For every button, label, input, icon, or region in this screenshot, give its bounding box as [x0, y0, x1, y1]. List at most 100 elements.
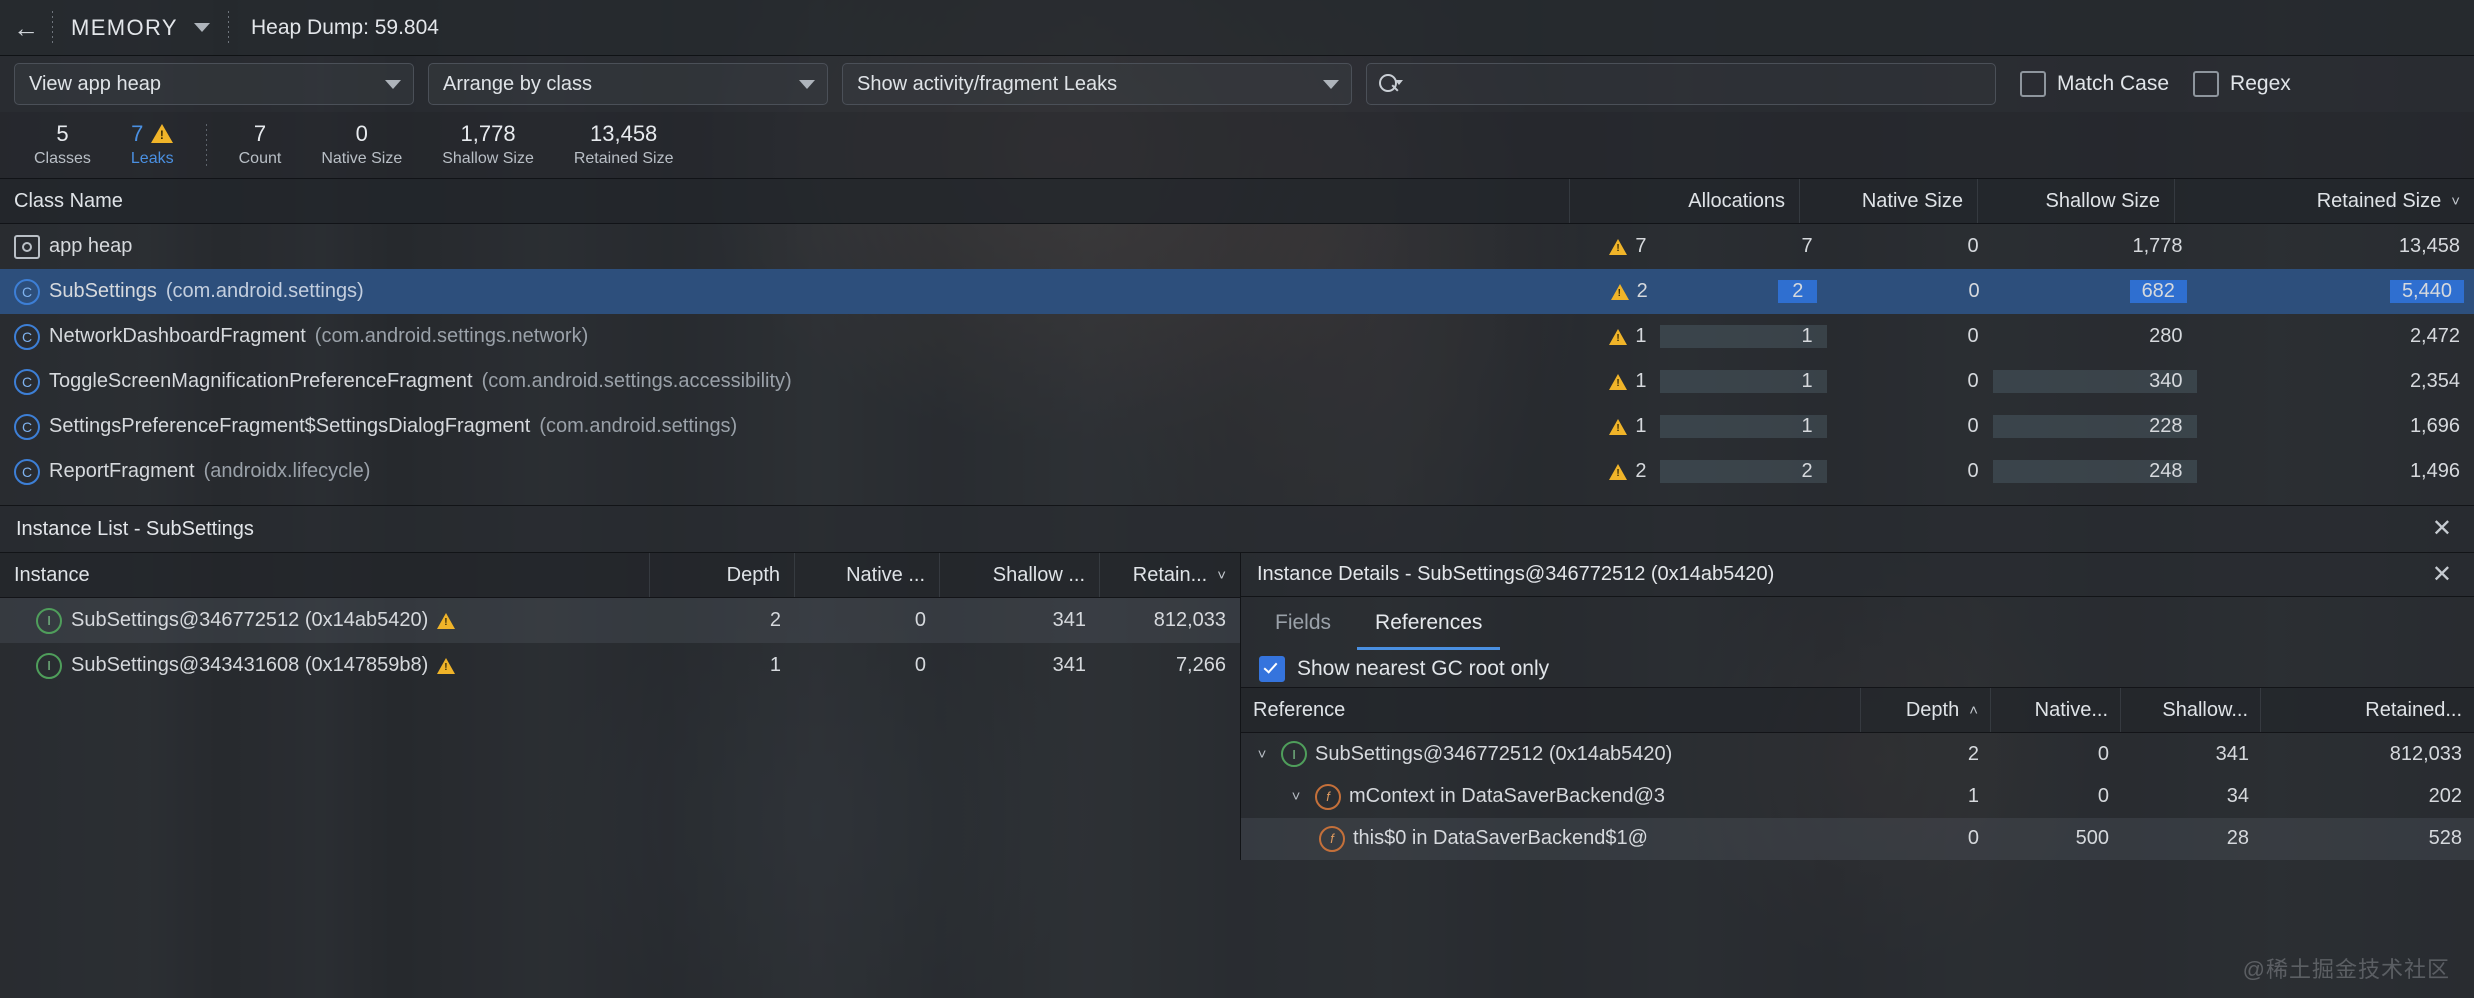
table-row[interactable]: C NetworkDashboardFragment (com.android.…: [0, 314, 2474, 359]
column-header-native-size[interactable]: Native Size: [1800, 179, 1978, 223]
view-heap-dropdown[interactable]: View app heap: [14, 63, 414, 105]
native-size-cell: 0: [1827, 460, 1993, 483]
retained-cell: 528: [2261, 827, 2474, 850]
warning-icon: [437, 658, 455, 674]
gc-root-checkbox[interactable]: Show nearest GC root only: [1241, 650, 2474, 688]
stat-value: 7: [131, 122, 143, 145]
leak-count: 1: [1635, 325, 1646, 348]
chevron-down-icon[interactable]: ˅: [1251, 746, 1273, 763]
tree-row[interactable]: ˅ f mContext in DataSaverBackend@3 1 0 3…: [1241, 776, 2474, 818]
list-item[interactable]: I SubSettings@346772512 (0x14ab5420) 2 0…: [0, 598, 1240, 643]
stat-leaks[interactable]: 7 Leaks: [111, 122, 194, 168]
class-name-cell: app heap: [0, 235, 1447, 259]
native-size-cell: 0: [1827, 370, 1993, 393]
instance-list-panel: Instance Depth Native ... Shallow ... Re…: [0, 553, 1241, 860]
column-header-reference[interactable]: Reference: [1241, 688, 1861, 732]
leak-count: 1: [1635, 370, 1646, 393]
native-size-cell: 0: [1827, 280, 1993, 303]
table-row[interactable]: C SubSettings (com.android.settings) 2 2…: [0, 269, 2474, 314]
warning-icon: [151, 124, 173, 143]
stat-value: 7: [254, 122, 266, 145]
references-header-row: Reference Depth ˄ Native... Shallow... R…: [1241, 687, 2474, 733]
bottom-split: Instance Depth Native ... Shallow ... Re…: [0, 553, 2474, 860]
column-label: Retained Size: [2317, 190, 2442, 213]
column-header-allocations[interactable]: Allocations: [1570, 179, 1800, 223]
column-header-shallow[interactable]: Shallow...: [2121, 688, 2261, 732]
column-header-shallow-size[interactable]: Shallow Size: [1978, 179, 2175, 223]
native-size-cell: 0: [1827, 415, 1993, 438]
field-icon: f: [1319, 826, 1345, 852]
arrange-by-dropdown[interactable]: Arrange by class: [428, 63, 828, 105]
class-name-text: ToggleScreenMagnificationPreferenceFragm…: [49, 370, 473, 393]
column-header-native[interactable]: Native...: [1991, 688, 2121, 732]
column-header-native[interactable]: Native ...: [795, 553, 940, 597]
filter-toolbar: View app heap Arrange by class Show acti…: [0, 56, 2474, 112]
instance-icon: I: [36, 653, 62, 679]
class-name-cell: C SettingsPreferenceFragment$SettingsDia…: [0, 414, 1447, 440]
tab-references[interactable]: References: [1357, 599, 1500, 650]
close-icon[interactable]: ✕: [2426, 563, 2458, 587]
column-label: Native...: [2035, 699, 2108, 722]
retained-cell: 7,266: [1100, 654, 1240, 677]
stat-label: Retained Size: [574, 150, 674, 168]
class-name-text: SubSettings: [49, 280, 157, 303]
instance-icon: I: [36, 608, 62, 634]
column-header-shallow[interactable]: Shallow ...: [940, 553, 1100, 597]
retained-size-cell: 5,440: [2197, 280, 2474, 303]
regex-checkbox[interactable]: Regex: [2193, 71, 2291, 97]
close-icon[interactable]: ✕: [2426, 517, 2458, 541]
search-box[interactable]: [1366, 63, 1996, 105]
table-row[interactable]: C ReportFragment (androidx.lifecycle) 2 …: [0, 449, 2474, 494]
warning-icon: [437, 613, 455, 629]
column-header-instance[interactable]: Instance: [0, 553, 650, 597]
chevron-down-icon: [1323, 80, 1339, 89]
native-cell: 0: [795, 654, 940, 677]
table-row[interactable]: C SettingsPreferenceFragment$SettingsDia…: [0, 404, 2474, 449]
allocations-value-cell: 2: [1662, 280, 1828, 303]
tree-row[interactable]: ˅ I SubSettings@346772512 (0x14ab5420) 2…: [1241, 733, 2474, 775]
memory-tool-selector[interactable]: MEMORY: [53, 0, 228, 55]
column-label: Class Name: [14, 190, 123, 213]
regex-label: Regex: [2230, 72, 2291, 96]
reference-name-cell: ˅ f mContext in DataSaverBackend@3: [1241, 784, 1861, 810]
table-row[interactable]: app heap 7 7 0 1,778 13,458: [0, 224, 2474, 269]
column-header-class-name[interactable]: Class Name: [0, 179, 1570, 223]
list-item[interactable]: I SubSettings@343431608 (0x147859b8) 1 0…: [0, 643, 1240, 688]
column-header-retained-size[interactable]: Retained Size ˅: [2175, 179, 2474, 223]
tab-label: Fields: [1275, 611, 1331, 635]
leaks-filter-dropdown[interactable]: Show activity/fragment Leaks: [842, 63, 1352, 105]
instance-list-panel-header: Instance List - SubSettings ✕: [0, 505, 2474, 553]
chevron-down-icon[interactable]: ˅: [1285, 788, 1307, 805]
field-icon: f: [1315, 784, 1341, 810]
native-cell: 0: [795, 609, 940, 632]
depth-cell: 2: [1861, 743, 1991, 766]
back-arrow-icon[interactable]: ←: [0, 0, 52, 55]
stat-retained-size: 13,458 Retained Size: [554, 122, 694, 168]
column-label: Shallow ...: [993, 564, 1085, 587]
shallow-cell: 34: [2121, 785, 2261, 808]
stat-label: Shallow Size: [442, 150, 534, 168]
instance-name-cell: I SubSettings@343431608 (0x147859b8): [0, 653, 650, 679]
leak-count: 2: [1635, 460, 1646, 483]
shallow-size-cell: 280: [1993, 325, 2197, 348]
match-case-checkbox[interactable]: Match Case: [2020, 71, 2169, 97]
memory-profiler-window: ← MEMORY Heap Dump: 59.804 View app heap…: [0, 0, 2474, 998]
column-label: Shallow Size: [2045, 190, 2160, 213]
class-icon: C: [14, 279, 40, 305]
column-header-retained[interactable]: Retain... ˅: [1100, 553, 1240, 597]
reference-name-text: SubSettings@346772512 (0x14ab5420): [1315, 743, 1672, 766]
tab-fields[interactable]: Fields: [1257, 599, 1349, 650]
chevron-down-icon: ˅: [1217, 567, 1226, 584]
column-header-depth[interactable]: Depth: [650, 553, 795, 597]
table-row[interactable]: C ToggleScreenMagnificationPreferenceFra…: [0, 359, 2474, 404]
stat-label: Leaks: [131, 150, 174, 168]
checkbox-box: [2020, 71, 2046, 97]
match-case-label: Match Case: [2057, 72, 2169, 96]
stat-value: 5: [56, 122, 68, 145]
column-header-depth[interactable]: Depth ˄: [1861, 688, 1991, 732]
reference-name-cell: f this$0 in DataSaverBackend$1@: [1241, 826, 1861, 852]
tree-row[interactable]: f this$0 in DataSaverBackend$1@ 0 500 28…: [1241, 818, 2474, 860]
search-input[interactable]: [1399, 72, 1983, 96]
shallow-size-cell: 682: [1994, 280, 2197, 303]
column-header-retained[interactable]: Retained...: [2261, 688, 2474, 732]
